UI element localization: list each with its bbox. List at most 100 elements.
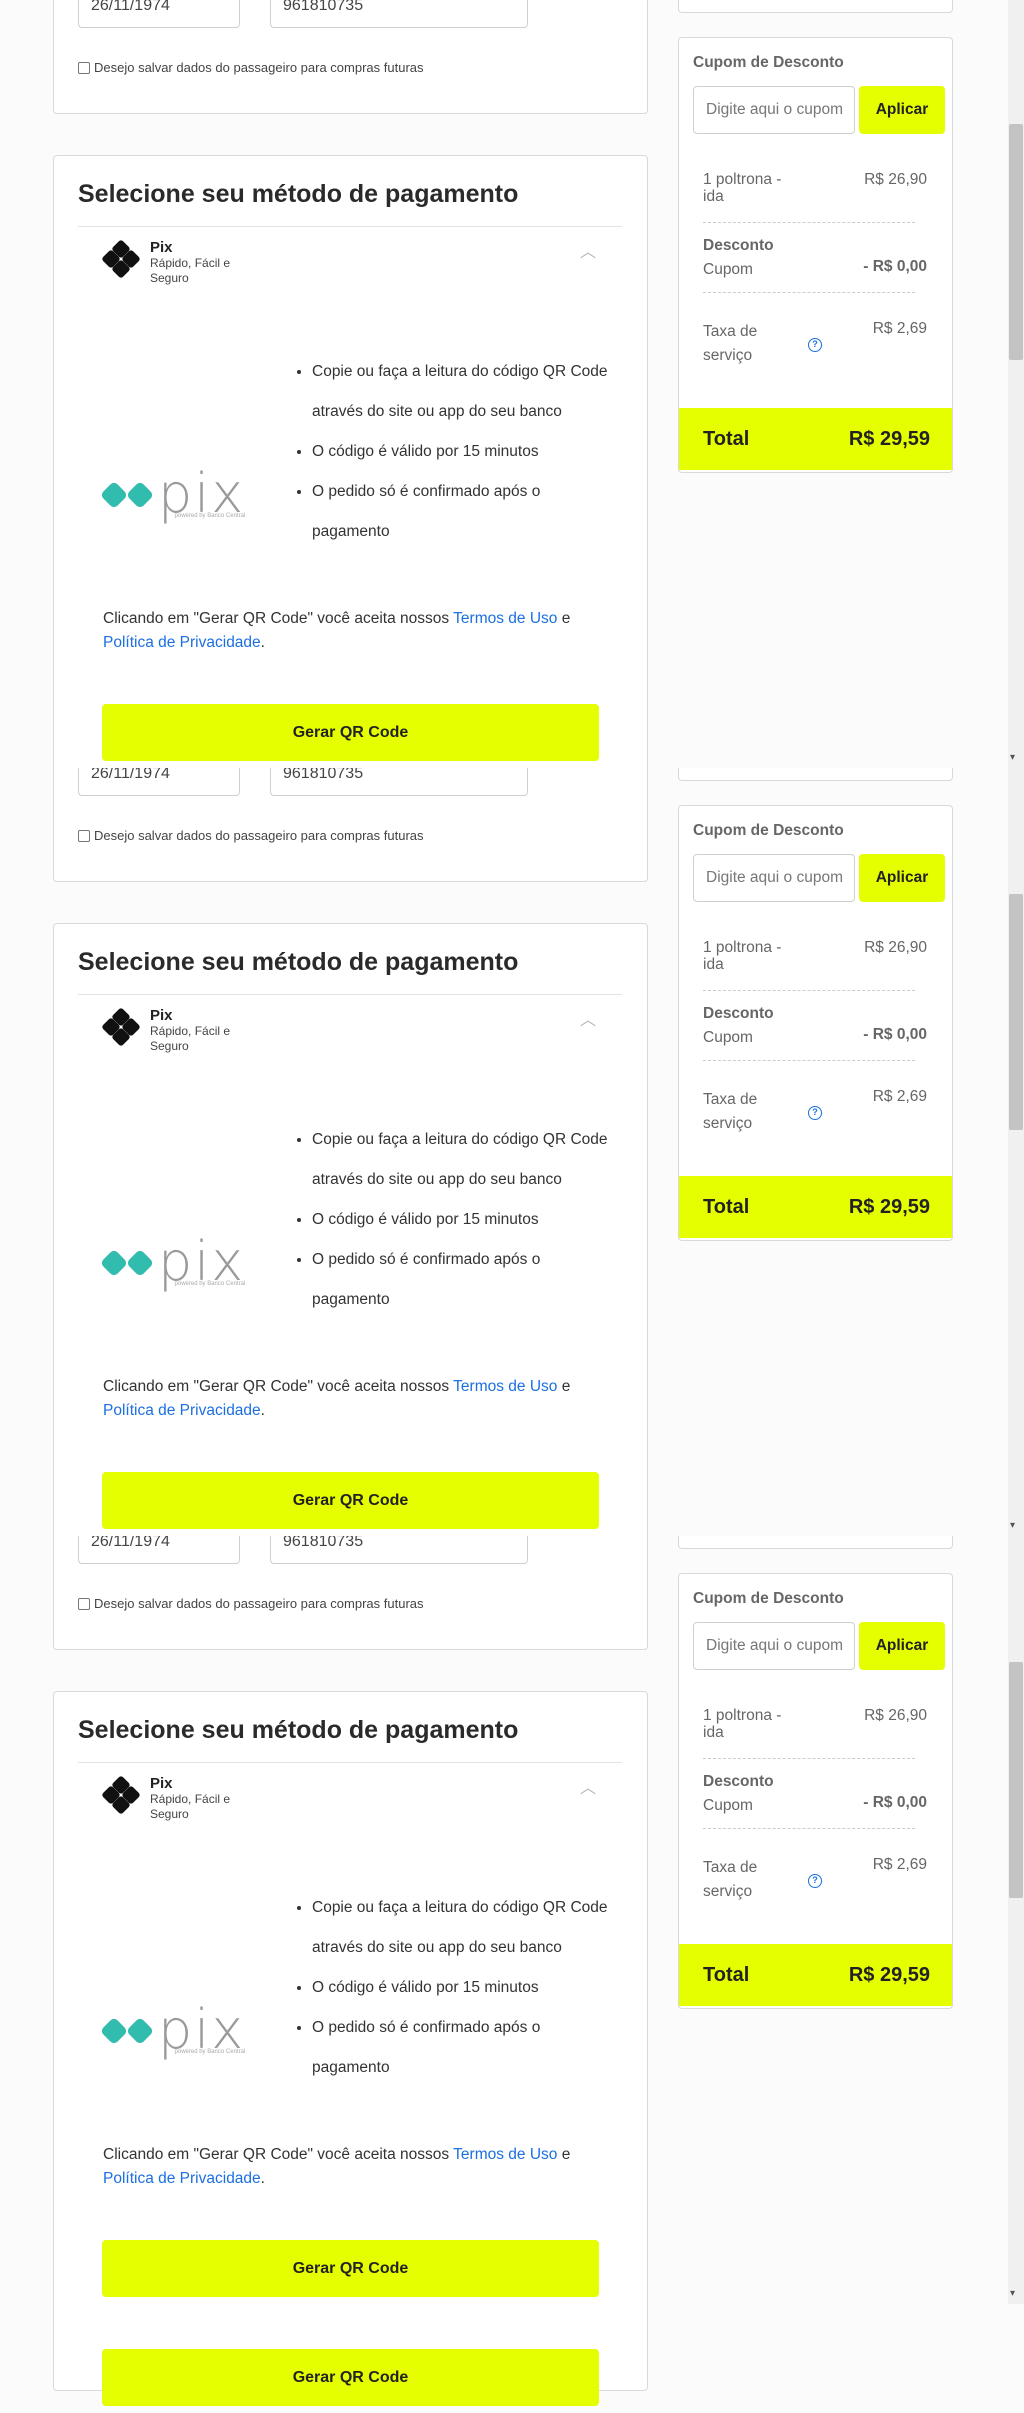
discount-line: Desconto Cupom - R$ 0,00 [703, 1002, 927, 1050]
save-passenger-checkbox[interactable] [78, 829, 90, 842]
total-bar: Total R$ 29,59 [679, 1944, 952, 2006]
total-value: R$ 29,59 [848, 1963, 930, 1986]
apply-coupon-button[interactable]: Aplicar [859, 86, 945, 134]
chevron-up-icon[interactable]: ︿ [580, 1006, 596, 1030]
terms-suffix: . [260, 2170, 265, 2187]
coupon-input[interactable]: Digite aqui o cupom [693, 1622, 855, 1670]
scrollbar-thumb[interactable] [1009, 124, 1023, 360]
privacy-policy-link[interactable]: Política de Privacidade [103, 634, 261, 651]
instruction-item: Copie ou faça a leitura do código QR Cod… [312, 352, 610, 432]
seat-label: 1 poltrona - ida [703, 171, 782, 205]
save-passenger-row[interactable]: Desejo salvar dados do passageiro para c… [78, 1596, 424, 1611]
dashed-divider [703, 222, 915, 223]
scrollbar-thumb[interactable] [1009, 894, 1023, 1130]
coupon-label: Cupom de Desconto [693, 1590, 844, 1607]
seat-price: R$ 26,90 [864, 171, 927, 188]
total-value: R$ 29,59 [848, 427, 930, 450]
apply-coupon-button[interactable]: Aplicar [859, 1622, 945, 1670]
summary-top-card [678, 0, 953, 13]
order-summary-card: Cupom de Desconto Digite aqui o cupom Ap… [678, 805, 953, 1241]
order-summary-card: Cupom de Desconto Digite aqui o cupom Ap… [678, 1573, 953, 2009]
save-passenger-checkbox[interactable] [78, 61, 90, 74]
phone-field[interactable]: 961810735 [270, 0, 528, 28]
terms-prefix: Clicando em "Gerar QR Code" você aceita … [103, 1378, 454, 1395]
pix-logo-icon [102, 482, 152, 508]
seat-line: 1 poltrona - ida R$ 26,90 [703, 1707, 927, 1741]
terms-of-use-link[interactable]: Termos de Uso [453, 1378, 557, 1395]
total-label: Total [703, 1963, 750, 1986]
scroll-down-icon[interactable]: ▾ [1010, 752, 1015, 763]
scroll-down-icon[interactable]: ▾ [1010, 2288, 1015, 2299]
birth-date-field[interactable]: 26/11/1974 [78, 768, 240, 796]
total-label: Total [703, 427, 750, 450]
coupon-input[interactable]: Digite aqui o cupom [693, 854, 855, 902]
pix-logo-word: pix [158, 462, 246, 525]
help-icon[interactable]: ? [808, 1874, 822, 1888]
chevron-up-icon[interactable]: ︿ [580, 238, 596, 262]
pix-logo: pix powered by Banco Central [102, 462, 246, 525]
pix-desc: Rápido, Fácil e Seguro [150, 256, 231, 285]
terms-of-use-link[interactable]: Termos de Uso [453, 610, 557, 627]
birth-date-field[interactable]: 26/11/1974 [78, 0, 240, 28]
scrollbar-thumb[interactable] [1009, 1662, 1023, 1898]
help-icon[interactable]: ? [808, 338, 822, 352]
pix-logo-icon [102, 2018, 152, 2044]
coupon-label: Cupom de Desconto [693, 54, 844, 71]
instruction-item: O código é válido por 15 minutos [312, 432, 610, 472]
discount-value: - R$ 0,00 [863, 258, 927, 275]
phone-field[interactable]: 961810735 [270, 1536, 528, 1564]
generate-qr-button[interactable]: Gerar QR Code [102, 2349, 599, 2406]
save-passenger-label: Desejo salvar dados do passageiro para c… [94, 60, 424, 75]
terms-prefix: Clicando em "Gerar QR Code" você aceita … [103, 610, 454, 627]
fee-value: R$ 2,69 [872, 1856, 927, 1873]
dashed-divider [703, 1060, 915, 1061]
fee-value: R$ 2,69 [872, 1088, 927, 1105]
privacy-policy-link[interactable]: Política de Privacidade [103, 1402, 261, 1419]
help-icon[interactable]: ? [808, 1106, 822, 1120]
phone-field[interactable]: 961810735 [270, 768, 528, 796]
total-value: R$ 29,59 [848, 1195, 930, 1218]
scroll-down-icon[interactable]: ▾ [1010, 1520, 1015, 1531]
pix-logo-word: pix [158, 1998, 246, 2061]
terms-of-use-link[interactable]: Termos de Uso [453, 2146, 557, 2163]
instruction-item: O pedido só é confirmado após o pagament… [312, 2008, 610, 2088]
seat-label: 1 poltrona - ida [703, 939, 782, 973]
discount-value: - R$ 0,00 [863, 1026, 927, 1043]
terms-prefix: Clicando em "Gerar QR Code" você aceita … [103, 2146, 454, 2163]
summary-top-card [678, 1536, 953, 1549]
pix-diamond-icon [102, 1776, 140, 1814]
coupon-label: Cupom de Desconto [693, 822, 844, 839]
pix-option[interactable]: Pix Rápido, Fácil e Seguro [102, 1776, 245, 1822]
birth-date-field[interactable]: 26/11/1974 [78, 1536, 240, 1564]
generate-qr-button[interactable]: Gerar QR Code [102, 2240, 599, 2297]
terms-and: e [557, 610, 571, 627]
apply-coupon-button[interactable]: Aplicar [859, 854, 945, 902]
scrollbar-track[interactable] [1008, 0, 1024, 768]
pix-logo-icon [102, 1250, 152, 1276]
scrollbar-track[interactable] [1008, 768, 1024, 1536]
save-passenger-checkbox[interactable] [78, 1597, 90, 1610]
privacy-policy-link[interactable]: Política de Privacidade [103, 2170, 261, 2187]
fee-value: R$ 2,69 [872, 320, 927, 337]
scrollbar-track[interactable] [1008, 1536, 1024, 2304]
save-passenger-row[interactable]: Desejo salvar dados do passageiro para c… [78, 828, 424, 843]
order-summary-card: Cupom de Desconto Digite aqui o cupom Ap… [678, 37, 953, 473]
pix-option[interactable]: Pix Rápido, Fácil e Seguro [102, 1008, 245, 1054]
chevron-up-icon[interactable]: ︿ [580, 1774, 596, 1798]
pix-logo: pix powered by Banco Central [102, 1998, 246, 2061]
instruction-item: Copie ou faça a leitura do código QR Cod… [312, 1888, 610, 1968]
pix-instructions: Copie ou faça a leitura do código QR Cod… [290, 1120, 610, 1320]
save-passenger-row[interactable]: Desejo salvar dados do passageiro para c… [78, 60, 424, 75]
generate-qr-button[interactable]: Gerar QR Code [102, 704, 599, 761]
pix-name: Pix [150, 239, 173, 256]
generate-qr-button[interactable]: Gerar QR Code [102, 1472, 599, 1529]
terms-text: Clicando em "Gerar QR Code" você aceita … [103, 2143, 623, 2191]
discount-label: Desconto [703, 1005, 774, 1022]
page-view-1: 26/11/1974 961810735 Desejo salvar dados… [0, 0, 1024, 768]
pix-diamond-icon [102, 240, 140, 278]
instruction-item: Copie ou faça a leitura do código QR Cod… [312, 1120, 610, 1200]
total-bar: Total R$ 29,59 [679, 408, 952, 470]
coupon-input[interactable]: Digite aqui o cupom [693, 86, 855, 134]
instruction-item: O pedido só é confirmado após o pagament… [312, 1240, 610, 1320]
pix-option[interactable]: Pix Rápido, Fácil e Seguro [102, 240, 245, 286]
